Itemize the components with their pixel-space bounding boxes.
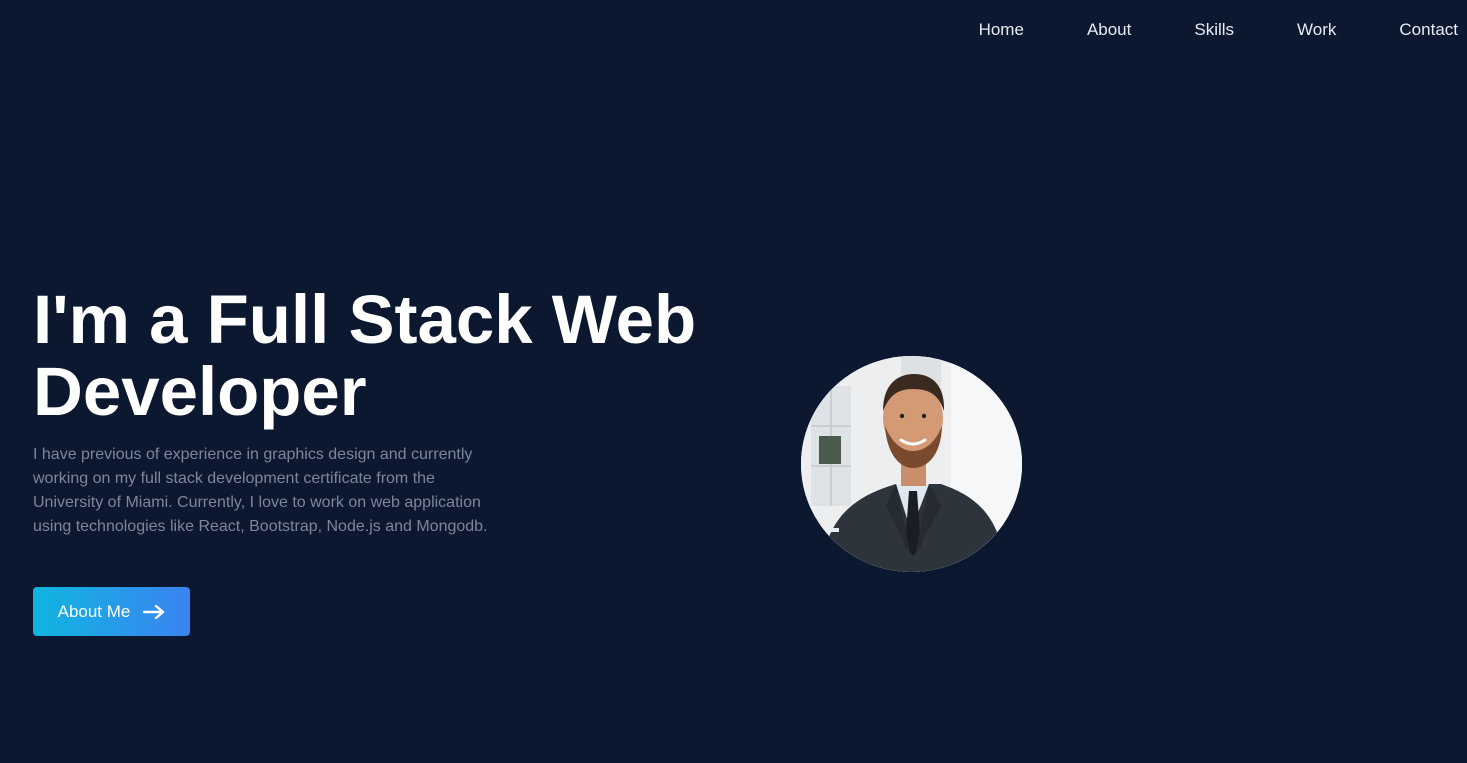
top-nav: Home About Skills Work Contact (916, 0, 1467, 60)
nav-item-about[interactable]: About (1087, 20, 1131, 40)
about-me-button[interactable]: About Me (33, 587, 190, 636)
nav-item-work[interactable]: Work (1297, 20, 1336, 40)
hero-title: I'm a Full Stack Web Developer (33, 281, 697, 430)
nav-item-home[interactable]: Home (979, 20, 1024, 40)
nav-item-contact[interactable]: Contact (1399, 20, 1458, 40)
hero-description: I have previous of experience in graphic… (33, 446, 488, 535)
nav-item-skills[interactable]: Skills (1194, 20, 1234, 40)
page: Home About Skills Work Contact I'm a Ful… (0, 0, 1467, 763)
about-me-button-label: About Me (57, 601, 131, 621)
arrow-right-icon (143, 604, 165, 619)
profile-photo (801, 356, 1022, 572)
